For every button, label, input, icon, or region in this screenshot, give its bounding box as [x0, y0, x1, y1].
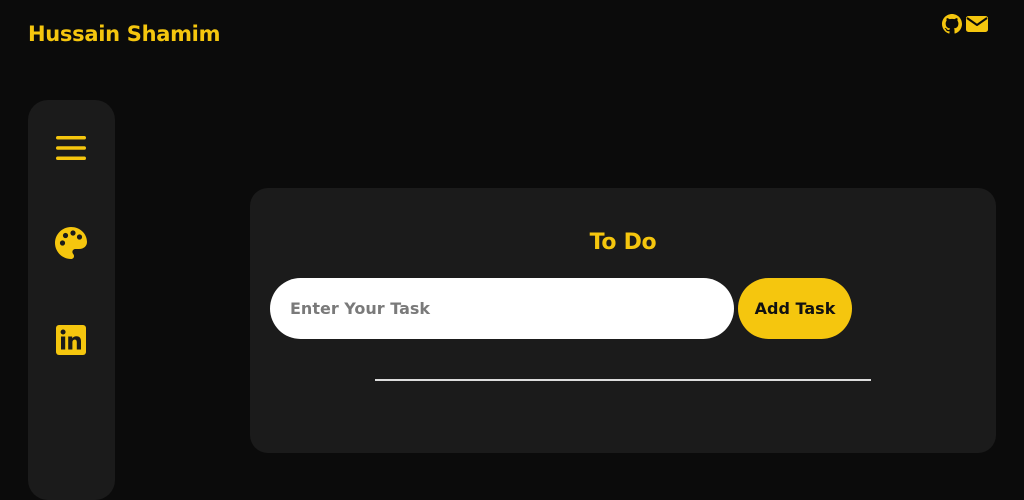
github-icon[interactable]	[942, 14, 962, 34]
menu-icon	[56, 134, 86, 166]
task-input[interactable]	[270, 278, 734, 339]
todo-title: To Do	[589, 230, 657, 255]
site-brand: Hussain Shamim	[28, 22, 221, 46]
task-list-divider	[375, 379, 871, 381]
add-task-button[interactable]: Add Task	[738, 278, 852, 339]
linkedin-button[interactable]	[53, 324, 89, 360]
palette-icon	[54, 226, 88, 264]
todo-card: To Do Add Task	[250, 188, 996, 453]
theme-button[interactable]	[53, 227, 89, 263]
menu-button[interactable]	[53, 132, 89, 168]
header-icons	[942, 14, 988, 34]
mail-icon[interactable]	[966, 14, 988, 34]
sidebar	[28, 100, 115, 500]
linkedin-icon	[56, 325, 86, 359]
